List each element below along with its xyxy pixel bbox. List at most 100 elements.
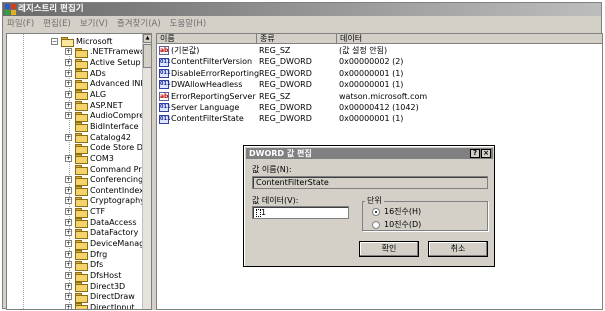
column-header-type[interactable]: 종류 [257, 34, 337, 44]
ok-button[interactable]: 확인 [359, 241, 419, 257]
tree-item-label: DataFactory [90, 228, 139, 238]
expand-icon[interactable]: + [65, 90, 72, 98]
value-row[interactable]: 011 DWAllowHeadless REG_DWORD 0x00000001 (1… [157, 79, 602, 91]
value-type: REG_SZ [259, 91, 291, 101]
expand-icon[interactable]: + [65, 208, 72, 216]
value-row[interactable]: 011 ContentFilterVersion REG_DWORD 0x000000… [157, 56, 602, 68]
expand-icon[interactable]: + [65, 303, 72, 309]
expand-icon[interactable]: + [65, 186, 72, 194]
menu-file[interactable]: 파일(F) [7, 17, 34, 29]
tree-item[interactable]: + CTF [65, 206, 106, 218]
collapse-icon[interactable]: − [51, 37, 58, 45]
tree-item[interactable]: + DirectInput [65, 302, 135, 309]
value-data: 0x00000002 (2) [339, 57, 404, 67]
radio-hex-dot [372, 207, 380, 216]
value-name: ErrorReportingServer [171, 91, 256, 101]
tree-item-microsoft[interactable]: − Microsoft [51, 36, 112, 48]
tree-item[interactable]: + DataAccess [65, 217, 137, 229]
expand-icon[interactable]: + [65, 101, 72, 109]
expand-icon[interactable]: + [65, 240, 72, 248]
value-name: DisableErrorReporting [171, 68, 260, 78]
tree-item-label: Advanced INF [90, 79, 146, 89]
tree-item[interactable]: + AudioCompre [65, 111, 144, 122]
column-header-data[interactable]: 데이터 [337, 34, 602, 44]
expand-icon[interactable]: + [65, 48, 72, 56]
folder-icon [75, 207, 88, 218]
scroll-up-arrow-icon[interactable]: ▲ [143, 34, 151, 43]
tree-item-label: DfsHost [90, 271, 122, 281]
tree-item[interactable]: + .NETFramewo [65, 47, 145, 58]
folder-icon [75, 165, 88, 176]
value-row[interactable]: ab (기본값) REG_SZ (값 설정 안됨) [157, 45, 602, 57]
folder-icon [75, 239, 88, 250]
expand-icon[interactable]: + [65, 261, 72, 269]
expand-icon[interactable]: + [65, 69, 72, 77]
tree-item[interactable]: + Direct3D [65, 281, 125, 293]
value-name-cell: 011 ContentFilterVersion [159, 56, 252, 68]
tree-item[interactable]: + Dfs [65, 260, 103, 271]
expand-icon[interactable]: + [65, 282, 72, 290]
registry-tree[interactable]: − Microsoft + .NETFramewo + Active Setup + ADs +… [6, 33, 152, 310]
menu-view[interactable]: 보기(V) [80, 17, 108, 29]
expand-icon[interactable]: + [65, 229, 72, 237]
tree-item-label: CTF [90, 207, 106, 217]
expand-icon[interactable]: + [65, 250, 72, 258]
value-data-input[interactable]: 1 [252, 206, 349, 219]
tree-item[interactable]: + ASP.NET [65, 100, 123, 112]
expand-icon[interactable]: + [65, 59, 72, 67]
value-row[interactable]: 011 DisableErrorReporting REG_DWORD 0x00000… [157, 68, 602, 80]
tree-scrollbar[interactable]: ▲ [142, 34, 151, 309]
expand-icon[interactable]: + [65, 112, 72, 120]
tree-item[interactable]: + Conferencing [65, 174, 143, 186]
value-row[interactable]: ab ErrorReportingServer REG_SZ watson.micro… [157, 91, 602, 103]
scroll-thumb[interactable] [143, 44, 151, 68]
menu-help[interactable]: 도움말(H) [170, 17, 206, 29]
menu-edit[interactable]: 편집(E) [43, 17, 71, 29]
value-name: ContentFilterVersion [171, 57, 253, 67]
value-name-cell: ab (기본값) [159, 45, 199, 57]
expand-icon[interactable]: + [65, 272, 72, 280]
expand-icon[interactable]: + [65, 197, 72, 205]
value-row[interactable]: 011 ContentFilterState REG_DWORD 0x00000001… [157, 113, 602, 125]
tree-item[interactable]: + Catalog42 [65, 132, 131, 144]
close-button[interactable]: × [481, 149, 491, 158]
tree-item[interactable]: + DeviceManag [65, 238, 144, 250]
tree-item[interactable]: + Active Setup [65, 57, 141, 69]
value-name-cell: 011 Server Language [159, 102, 239, 114]
expand-icon[interactable]: + [65, 133, 72, 141]
value-name-cell: 011 DisableErrorReporting [159, 68, 259, 80]
expand-icon[interactable]: + [65, 293, 72, 301]
tree-item[interactable]: + Cryptography [65, 196, 145, 207]
tree-item[interactable]: + Dfrg [65, 249, 107, 261]
expand-icon[interactable]: + [65, 80, 72, 88]
expand-icon[interactable]: + [65, 176, 72, 184]
menu-favorites[interactable]: 즐겨찾기(A) [117, 17, 161, 29]
value-data: (값 설정 안됨) [339, 46, 388, 55]
tree-item[interactable]: + ALG [65, 89, 106, 101]
registry-editor-window: 레지스트리 편집기 파일(F) 편집(E) 보기(V) 즐겨찾기(A) 도움말(… [2, 2, 603, 310]
tree-item[interactable]: + Advanced INF [65, 79, 145, 90]
help-button[interactable]: ? [470, 149, 480, 158]
tree-item[interactable]: + DfsHost [65, 270, 122, 282]
expand-icon[interactable]: + [65, 154, 72, 162]
tree-item[interactable]: + COM3 [65, 153, 114, 165]
tree-item[interactable]: + ADs [65, 68, 106, 80]
tree-item[interactable]: + DirectDraw [65, 292, 135, 303]
tree-item[interactable]: Code Store Da [65, 142, 148, 154]
value-row[interactable]: 011 Server Language REG_DWORD 0x00000412 (1… [157, 102, 602, 114]
value-data: 0x00000001 (1) [339, 114, 404, 124]
column-header-name[interactable]: 이름 [157, 34, 257, 44]
expand-icon[interactable]: + [65, 218, 72, 226]
radio-decimal[interactable]: 10진수(D) [372, 219, 421, 230]
cancel-button[interactable]: 취소 [428, 241, 488, 257]
radio-hex[interactable]: 16진수(H) [372, 206, 421, 217]
tree-item[interactable]: + DataFactory [65, 228, 138, 239]
tree-item[interactable]: Command Pro [65, 164, 146, 176]
value-name-label: 값 이름(N): [252, 165, 292, 174]
folder-icon [75, 79, 88, 90]
tree-item[interactable]: BidInterface [65, 121, 139, 133]
tree-item[interactable]: + ContentIndex( [65, 185, 147, 197]
tree-item-label: Active Setup [90, 58, 141, 68]
tree-item-label: Dfs [90, 260, 104, 270]
